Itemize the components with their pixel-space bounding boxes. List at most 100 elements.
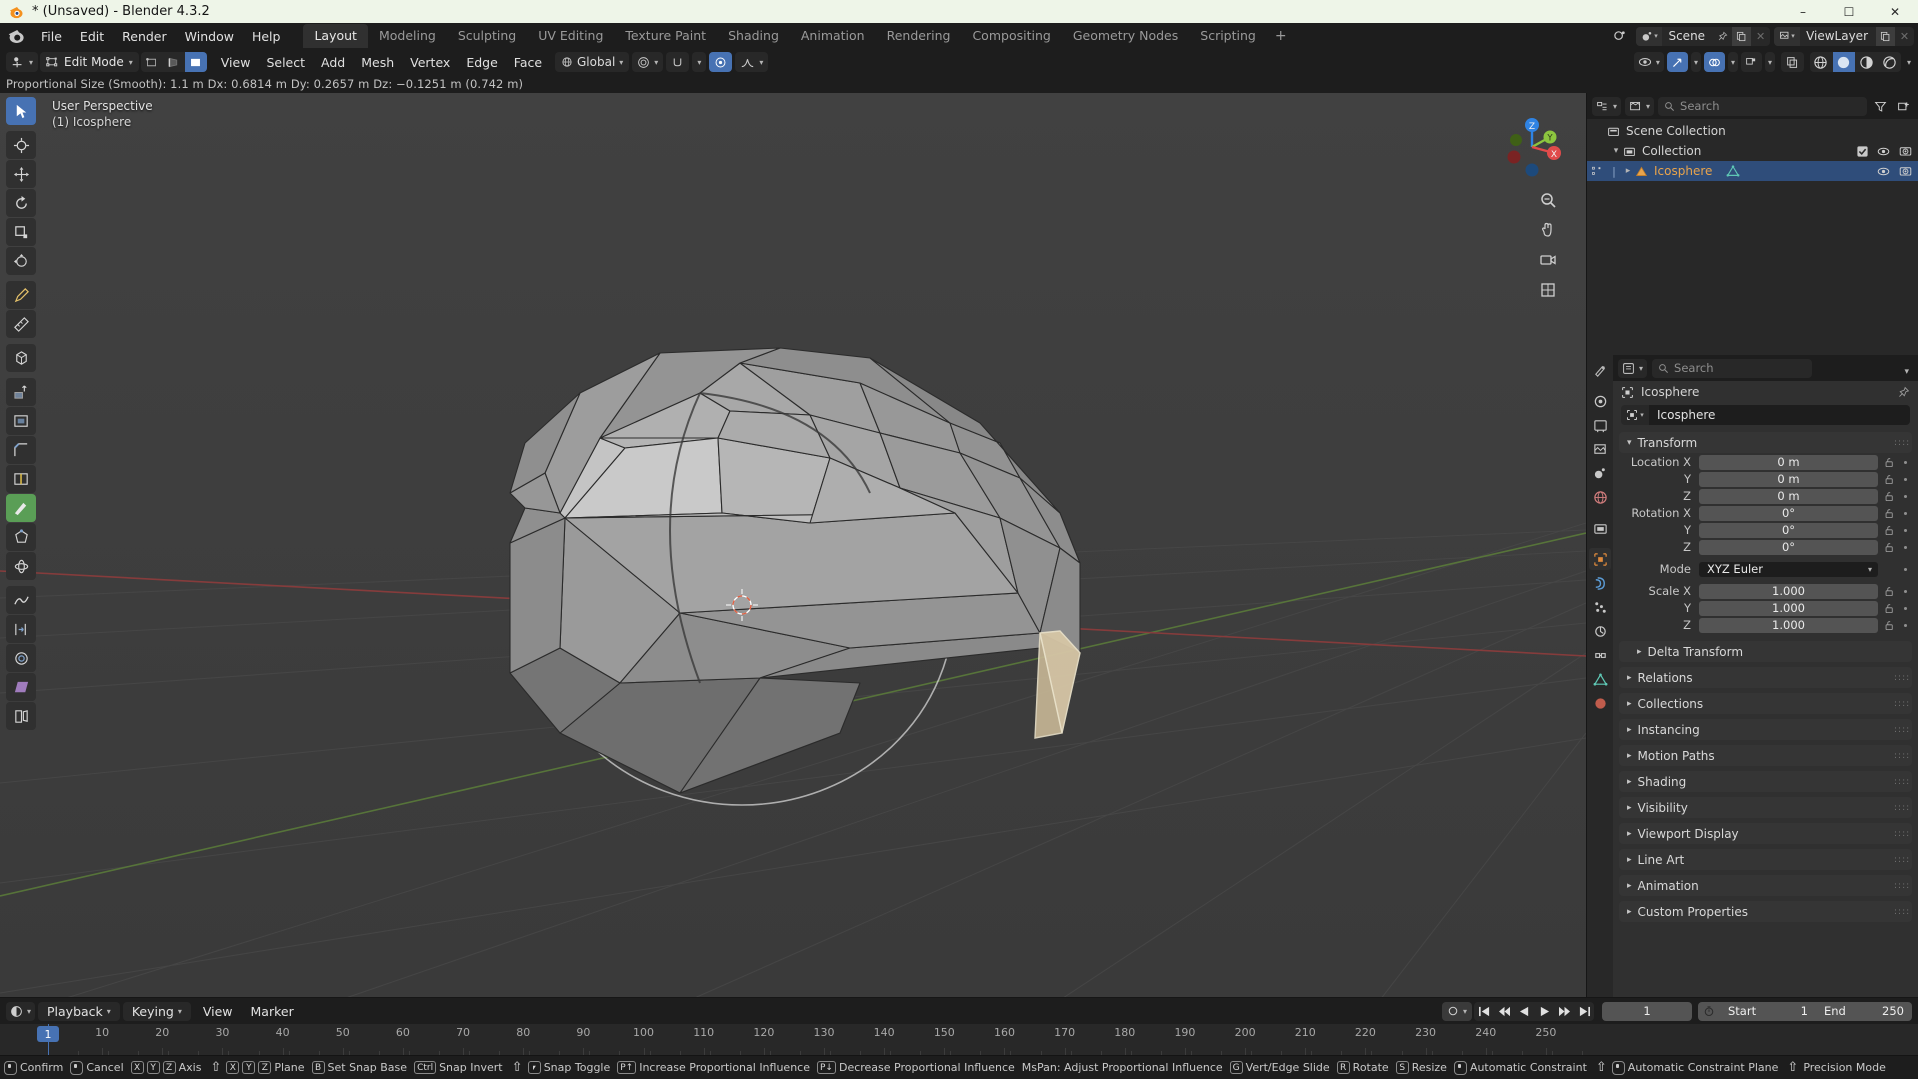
edge-select-icon[interactable] bbox=[163, 52, 185, 72]
transform-tool[interactable] bbox=[6, 247, 36, 275]
animate-dot-icon[interactable] bbox=[1904, 606, 1907, 610]
animate-dot-icon[interactable] bbox=[1904, 460, 1907, 464]
workspace-tab-rendering[interactable]: Rendering bbox=[876, 24, 962, 48]
scene-statistics-icon[interactable] bbox=[1609, 29, 1632, 44]
poly-build-tool[interactable] bbox=[6, 523, 36, 551]
viewport-menu-mesh[interactable]: Mesh bbox=[353, 52, 402, 73]
zoom-icon[interactable] bbox=[1536, 188, 1560, 212]
viewlayer-selector[interactable]: ▾ ViewLayer ✕ bbox=[1774, 26, 1914, 46]
restrict-select-icon[interactable] bbox=[1587, 165, 1607, 177]
panel-shading[interactable]: ▸ Shading:::: bbox=[1619, 771, 1912, 792]
spin-tool[interactable] bbox=[6, 552, 36, 580]
camera-icon[interactable] bbox=[1536, 248, 1560, 272]
lock-icon[interactable] bbox=[1884, 542, 1895, 553]
hide-in-viewport-icon[interactable] bbox=[1877, 146, 1890, 157]
outliner-row-scene-collection[interactable]: Scene Collection bbox=[1587, 121, 1918, 141]
animate-dot-icon[interactable] bbox=[1904, 494, 1907, 498]
properties-tool-tab[interactable] bbox=[1589, 359, 1611, 381]
animate-dot-icon[interactable] bbox=[1904, 477, 1907, 481]
scale-tool[interactable] bbox=[6, 218, 36, 246]
outliner-search-input[interactable]: Search bbox=[1658, 96, 1867, 116]
menu-help[interactable]: Help bbox=[243, 26, 290, 47]
new-viewlayer-icon[interactable] bbox=[1876, 26, 1895, 46]
end-frame-field[interactable]: End 250 bbox=[1816, 1002, 1912, 1021]
disable-in-renders-icon[interactable] bbox=[1899, 145, 1912, 157]
workspace-tab-layout[interactable]: Layout bbox=[303, 24, 368, 48]
lock-icon[interactable] bbox=[1884, 525, 1895, 536]
viewport-menu-face[interactable]: Face bbox=[506, 52, 550, 73]
panel-motion-paths[interactable]: ▸ Motion Paths:::: bbox=[1619, 745, 1912, 766]
timeline-editor-type-icon[interactable]: ▾ bbox=[6, 1001, 36, 1021]
properties-data-tab[interactable] bbox=[1589, 668, 1611, 690]
timeline-menu-view[interactable]: View bbox=[194, 1001, 242, 1022]
properties-render-tab[interactable] bbox=[1589, 390, 1611, 412]
visibility-selector[interactable]: ▾ bbox=[1633, 52, 1664, 72]
panel-animation[interactable]: ▸ Animation:::: bbox=[1619, 875, 1912, 896]
properties-search-input[interactable]: Search bbox=[1652, 358, 1813, 378]
snap-options-icon[interactable]: ▾ bbox=[692, 52, 707, 72]
property-value-field[interactable]: 0° bbox=[1699, 522, 1878, 538]
animate-dot-icon[interactable] bbox=[1904, 545, 1907, 549]
play-reverse-button[interactable] bbox=[1514, 1002, 1534, 1021]
outliner-row-icosphere[interactable]: | ▸ Icosphere bbox=[1587, 161, 1918, 181]
shrink-fatten-tool[interactable] bbox=[6, 644, 36, 672]
workspace-tab-shading[interactable]: Shading bbox=[717, 24, 790, 48]
measure-tool[interactable] bbox=[6, 310, 36, 338]
ortho-persp-icon[interactable] bbox=[1536, 278, 1560, 302]
lock-icon[interactable] bbox=[1884, 586, 1895, 597]
rip-region-tool[interactable] bbox=[6, 702, 36, 730]
property-value-field[interactable]: 0° bbox=[1699, 505, 1878, 521]
pin-scene-icon[interactable] bbox=[1713, 27, 1732, 46]
shading-options-icon[interactable]: ▾ bbox=[1904, 52, 1914, 72]
cursor-tool[interactable] bbox=[6, 131, 36, 159]
delta-transform-panel-header[interactable]: ▸ Delta Transform bbox=[1619, 641, 1912, 662]
viewport-menu-select[interactable]: Select bbox=[258, 52, 313, 73]
property-value-field[interactable]: 0° bbox=[1699, 539, 1878, 555]
gizmo-options-icon[interactable]: ▾ bbox=[1690, 52, 1701, 72]
maximize-button[interactable]: ☐ bbox=[1826, 0, 1872, 23]
hide-in-viewport-icon[interactable] bbox=[1877, 166, 1890, 177]
properties-collection-tab[interactable] bbox=[1589, 517, 1611, 539]
bevel-tool[interactable] bbox=[6, 436, 36, 464]
loop-cut-tool[interactable] bbox=[6, 465, 36, 493]
properties-options-icon[interactable]: ▾ bbox=[1904, 359, 1913, 378]
property-value-field[interactable]: 0 m bbox=[1699, 488, 1878, 504]
transform-panel-header[interactable]: ▾ Transform :::: bbox=[1619, 432, 1912, 453]
play-button[interactable] bbox=[1534, 1002, 1554, 1021]
pin-id-icon[interactable] bbox=[1897, 386, 1910, 399]
add-cube-tool[interactable] bbox=[6, 344, 36, 372]
menu-window[interactable]: Window bbox=[176, 26, 243, 47]
use-preview-range-icon[interactable] bbox=[1698, 1002, 1720, 1021]
panel-visibility[interactable]: ▸ Visibility:::: bbox=[1619, 797, 1912, 818]
solid-shading-icon[interactable] bbox=[1832, 52, 1855, 72]
current-frame-field[interactable]: 1 bbox=[1602, 1001, 1692, 1021]
new-scene-icon[interactable] bbox=[1732, 26, 1752, 46]
viewport-menu-vertex[interactable]: Vertex bbox=[402, 52, 458, 73]
panel-viewport-display[interactable]: ▸ Viewport Display:::: bbox=[1619, 823, 1912, 844]
scene-selector[interactable]: ▾ Scene ✕ bbox=[1636, 26, 1771, 46]
delete-viewlayer-icon[interactable]: ✕ bbox=[1895, 27, 1914, 46]
animate-dot-icon[interactable] bbox=[1904, 589, 1907, 593]
animate-dot-icon[interactable] bbox=[1904, 528, 1907, 532]
delete-scene-icon[interactable]: ✕ bbox=[1751, 27, 1770, 46]
lock-icon[interactable] bbox=[1884, 491, 1895, 502]
animate-dot-icon[interactable] bbox=[1904, 567, 1907, 571]
outliner-row-collection[interactable]: ▾ Collection bbox=[1587, 141, 1918, 161]
workspace-tab-scripting[interactable]: Scripting bbox=[1189, 24, 1267, 48]
previous-keyframe-button[interactable] bbox=[1494, 1002, 1514, 1021]
blender-menu-icon[interactable] bbox=[6, 26, 26, 46]
properties-output-tab[interactable] bbox=[1589, 414, 1611, 436]
outliner-new-collection-icon[interactable] bbox=[1894, 100, 1913, 113]
property-value-field[interactable]: 1.000 bbox=[1699, 583, 1878, 599]
expander-icon[interactable]: ▸ bbox=[1621, 166, 1635, 176]
timeline-ruler[interactable]: 10 20 30 40 50 60 70 80 90 100 110 120 130 140 150 160 1… bbox=[0, 1024, 1918, 1055]
properties-scene-tab[interactable] bbox=[1589, 462, 1611, 484]
tweak-select-box-tool[interactable] bbox=[6, 97, 36, 125]
properties-physics-tab[interactable] bbox=[1589, 620, 1611, 642]
move-tool[interactable] bbox=[6, 160, 36, 188]
workspace-tab-sculpting[interactable]: Sculpting bbox=[447, 24, 527, 48]
expander-icon[interactable]: ▾ bbox=[1609, 146, 1623, 156]
properties-particles-tab[interactable] bbox=[1589, 596, 1611, 618]
next-keyframe-button[interactable] bbox=[1554, 1002, 1574, 1021]
interaction-mode-selector[interactable]: Edit Mode ▾ bbox=[40, 52, 139, 72]
